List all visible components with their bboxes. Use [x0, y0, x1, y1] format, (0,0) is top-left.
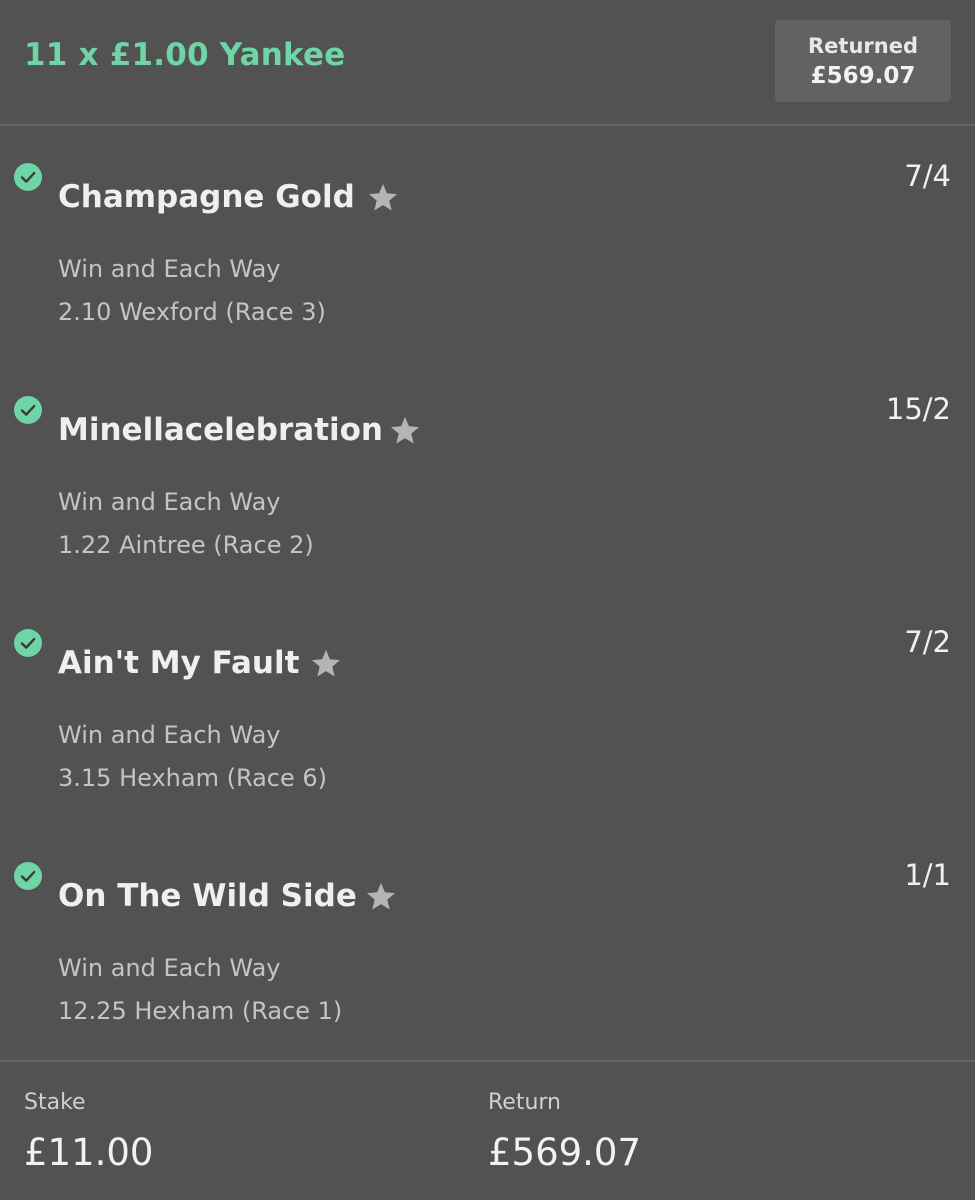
- star-icon[interactable]: [310, 648, 342, 680]
- odds: 15/2: [885, 392, 951, 426]
- odds: 1/1: [904, 858, 951, 892]
- star-icon[interactable]: [389, 415, 421, 447]
- odds: 7/4: [904, 159, 951, 193]
- runner-name: Minellacelebration: [58, 412, 384, 448]
- runner-name: Ain't My Fault: [58, 645, 300, 681]
- star-icon[interactable]: [365, 881, 397, 913]
- selection-item[interactable]: Champagne Gold 7/4 Win and Each Way 2.10…: [0, 0, 975, 324]
- stake-label: Stake: [24, 1090, 86, 1115]
- star-icon[interactable]: [367, 182, 399, 214]
- runner-name: On The Wild Side: [58, 878, 357, 914]
- check-circle-icon: [14, 396, 42, 424]
- selection-item[interactable]: On The Wild Side 1/1 Win and Each Way 12…: [0, 699, 975, 1023]
- check-circle-icon: [14, 862, 42, 890]
- runner-name: Champagne Gold: [58, 179, 355, 215]
- check-circle-icon: [14, 629, 42, 657]
- selection-item[interactable]: Ain't My Fault 7/2 Win and Each Way 3.15…: [0, 466, 975, 790]
- check-circle-icon: [14, 163, 42, 191]
- race-info: 12.25 Hexham (Race 1): [58, 997, 343, 1025]
- return-value: £569.07: [488, 1131, 642, 1174]
- market-name: Win and Each Way: [58, 954, 281, 982]
- odds: 7/2: [904, 625, 951, 659]
- bet-footer: Stake £11.00 Return £569.07: [0, 1060, 975, 1200]
- stake-value: £11.00: [24, 1131, 154, 1174]
- selection-item[interactable]: Minellacelebration 15/2 Win and Each Way…: [0, 233, 975, 557]
- return-label: Return: [488, 1090, 562, 1115]
